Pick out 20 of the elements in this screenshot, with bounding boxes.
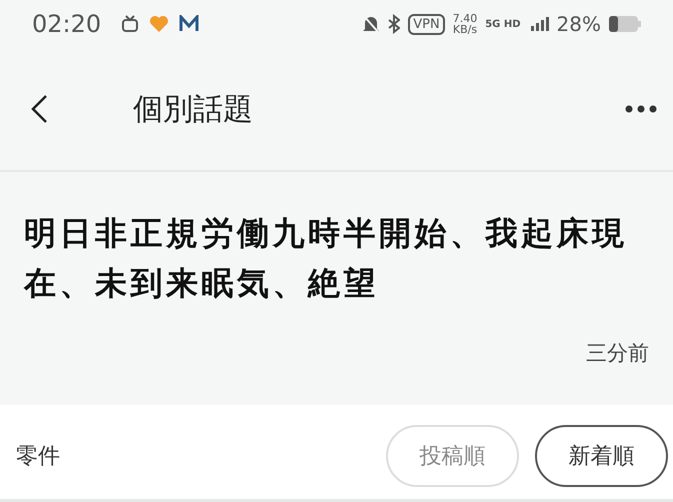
heart-icon <box>149 15 170 33</box>
tv-icon <box>121 15 140 33</box>
more-icon[interactable] <box>625 105 657 113</box>
m-logo-icon <box>179 15 200 33</box>
battery-icon <box>609 16 641 32</box>
post-text: 明日非正規労働九時半開始、我起床現在、未到来眠気、絶望 <box>24 213 628 304</box>
sort-button[interactable]: 新着順 <box>535 425 668 487</box>
clock: 02:20 <box>32 10 102 38</box>
back-icon[interactable] <box>30 94 48 124</box>
network-type: 5G HD <box>485 18 521 30</box>
muted-bell-icon <box>362 14 380 34</box>
vpn-badge: VPN <box>408 14 445 34</box>
sort-button[interactable]: 投稿順 <box>386 425 519 487</box>
network-speed: 7.40 KB/s <box>452 13 478 35</box>
comments-label: 零件 <box>16 443 60 471</box>
bluetooth-icon <box>388 14 400 34</box>
post-time: 三分前 <box>586 340 649 367</box>
signal-icon <box>528 17 549 31</box>
battery-percent: 28% <box>556 12 601 36</box>
page-title: 個別話題 <box>133 90 253 128</box>
